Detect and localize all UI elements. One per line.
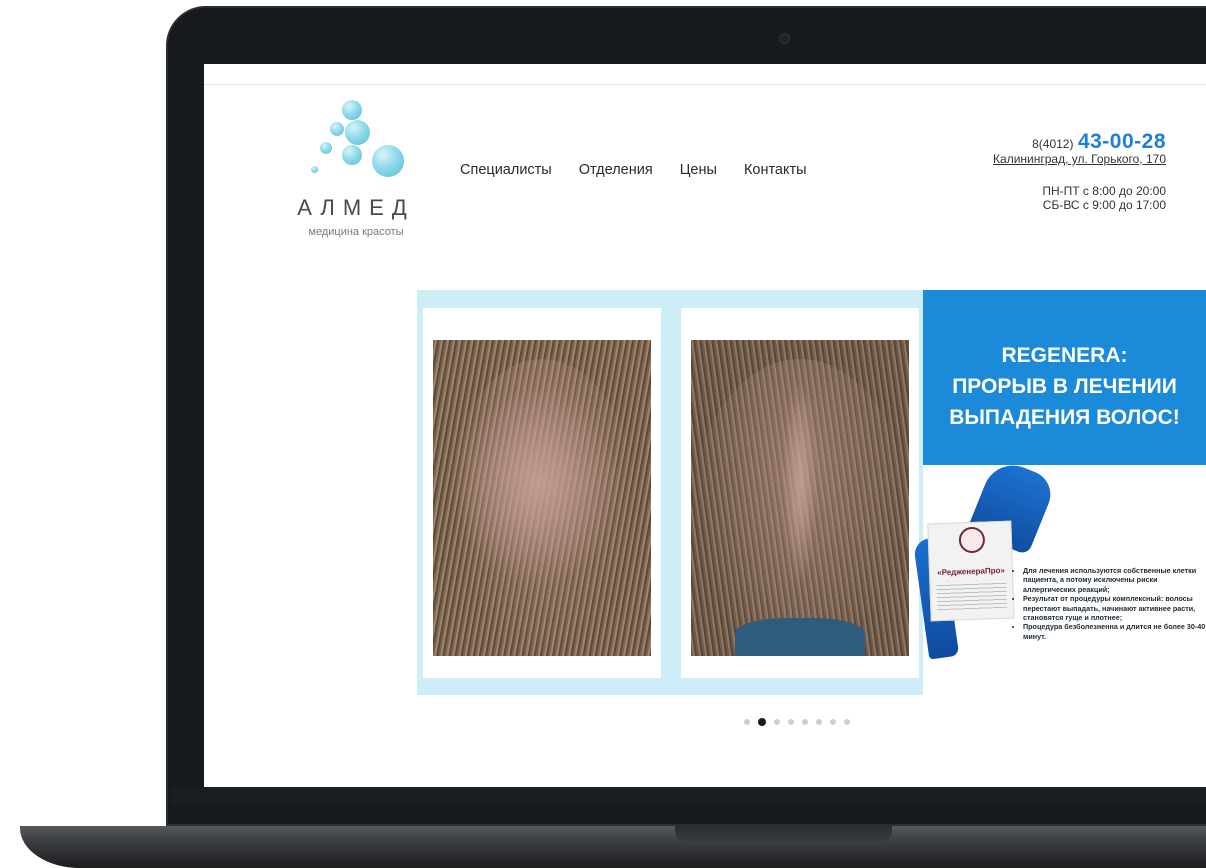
before-photo — [433, 340, 651, 656]
promo-title-line: ВЫПАДЕНИЯ ВОЛОС! — [949, 406, 1180, 429]
promo-banner: REGENERA: ПРОРЫВ В ЛЕЧЕНИИ ВЫПАДЕНИЯ ВОЛ… — [923, 290, 1206, 465]
phone-code: 8(4012) — [1032, 137, 1074, 151]
nav-specialists[interactable]: Специалисты — [460, 162, 552, 178]
head-image — [446, 358, 638, 656]
after-photo-card — [681, 308, 919, 678]
slider-dot[interactable] — [830, 719, 836, 725]
logo-bubble-icon — [345, 120, 370, 145]
promo-bullet: Процедура безболезненна и длится не боле… — [1023, 622, 1206, 641]
site-logo[interactable]: АЛМЕД медицина красоты — [286, 98, 426, 240]
after-photo — [691, 340, 909, 656]
website-screen: АЛМЕД медицина красоты Специалисты Отдел… — [204, 64, 1206, 787]
slider-dot[interactable] — [774, 719, 780, 725]
product-logo-icon — [958, 526, 986, 554]
logo-bubble-icon — [330, 122, 344, 136]
opening-hours: ПН-ПТ с 8:00 до 20:00 СБ-ВС с 9:00 до 17… — [993, 184, 1166, 212]
promo-panel: REGENERA: ПРОРЫВ В ЛЕЧЕНИИ ВЫПАДЕНИЯ ВОЛ… — [912, 290, 1206, 695]
logo-bubble-icon — [320, 142, 332, 154]
shirt-image — [734, 618, 866, 656]
promo-title-line: ПРОРЫВ В ЛЕЧЕНИИ — [952, 375, 1177, 398]
logo-bubble-icon — [372, 145, 404, 177]
logo-bubble-icon — [311, 166, 318, 173]
phone-number: 43-00-28 — [1077, 130, 1166, 153]
promo-bullet: Для лечения используются собственные кле… — [1023, 566, 1206, 594]
header-contacts: 8(4012) 43-00-28 Калининград, ул. Горько… — [993, 130, 1166, 212]
slider-dot[interactable] — [744, 719, 750, 725]
hours-weekdays: ПН-ПТ с 8:00 до 20:00 — [1042, 184, 1166, 198]
laptop-bezel-bottom — [172, 787, 1206, 805]
hours-weekend: СБ-ВС с 9:00 до 17:00 — [1042, 198, 1166, 212]
slider-dot[interactable] — [816, 719, 822, 725]
address-link[interactable]: Калининград, ул. Горького, 170 — [993, 152, 1166, 166]
slider-dot[interactable] — [802, 719, 808, 725]
logo-wordmark: АЛМЕД — [297, 195, 415, 220]
before-photo-card — [423, 308, 661, 678]
laptop-base — [20, 826, 1206, 868]
slider-pagination — [744, 718, 850, 726]
logo-tagline: медицина красоты — [308, 226, 404, 238]
promo-title: REGENERA: ПРОРЫВ В ЛЕЧЕНИИ ВЫПАДЕНИЯ ВОЛ… — [923, 340, 1206, 433]
head-image — [691, 358, 909, 656]
promo-bullet-list: Для лечения используются собственные кле… — [1015, 566, 1206, 641]
promo-slider[interactable]: REGENERA: ПРОРЫВ В ЛЕЧЕНИИ ВЫПАДЕНИЯ ВОЛ… — [417, 290, 1206, 695]
logo-bubble-icon — [342, 145, 362, 165]
nav-contacts[interactable]: Контакты — [744, 162, 807, 178]
promo-bullet: Результат от процедуры комплексный: воло… — [1023, 594, 1206, 622]
slider-dot[interactable] — [788, 719, 794, 725]
product-fine-print — [936, 579, 1008, 611]
slider-dot[interactable] — [844, 719, 850, 725]
nav-departments[interactable]: Отделения — [579, 162, 653, 178]
laptop-notch — [675, 826, 892, 844]
nav-prices[interactable]: Цены — [680, 162, 717, 178]
camera-icon — [779, 33, 790, 44]
main-nav: Специалисты Отделения Цены Контакты — [460, 162, 807, 178]
product-box-image: «РедженераПро» — [927, 520, 1015, 622]
header-divider — [204, 84, 1206, 85]
slider-dot[interactable] — [758, 718, 766, 726]
phone-link[interactable]: 8(4012) 43-00-28 — [993, 130, 1166, 154]
promo-title-line: REGENERA: — [1001, 344, 1128, 367]
product-label: «РедженераПро» — [937, 565, 1006, 578]
logo-bubble-icon — [342, 100, 362, 120]
